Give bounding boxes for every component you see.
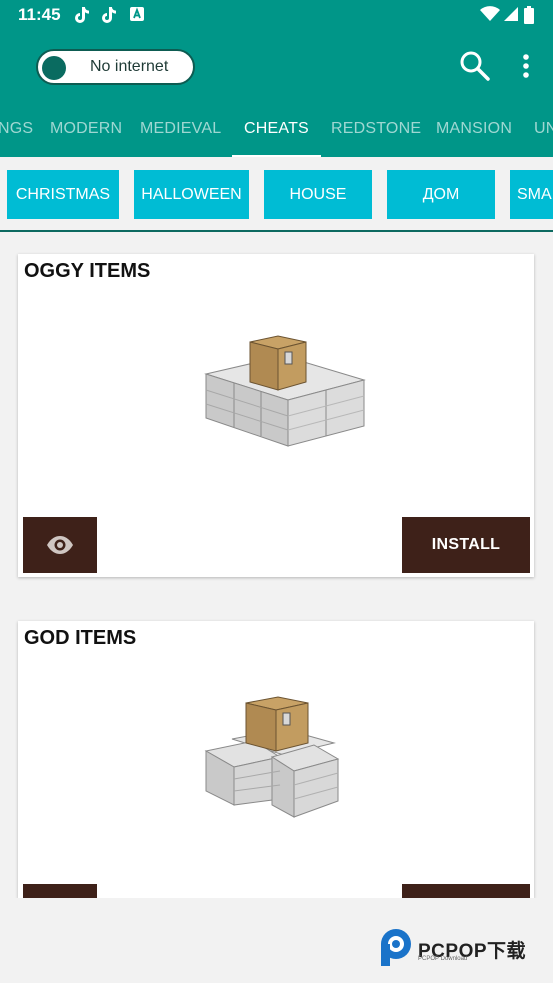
item-card: OGGY ITEMS INSTALL: [18, 254, 534, 577]
app-bar: No internet: [0, 30, 553, 106]
category-tabs: NGS MODERN MEDIEVAL CHEATS REDSTONE MANS…: [0, 106, 553, 157]
tab-cheats[interactable]: CHEATS: [244, 120, 309, 138]
tab-medieval[interactable]: MEDIEVAL: [140, 120, 221, 138]
watermark-logo: PCPOP下载 PCPOP Download: [376, 927, 546, 969]
status-time: 11:45: [18, 5, 61, 24]
tiktok-icon: [100, 6, 118, 24]
preview-button[interactable]: [23, 884, 97, 898]
chip-sma[interactable]: SMA: [510, 170, 553, 219]
tab-ngs[interactable]: NGS: [0, 120, 33, 138]
app-header: 11:45 No internet NGS MODERN MEDIEVAL CH…: [0, 0, 553, 157]
item-card: GOD ITEMS: [18, 621, 534, 898]
more-vert-icon[interactable]: [515, 51, 537, 81]
signal-icon: [502, 6, 520, 24]
tab-redstone[interactable]: REDSTONE: [331, 120, 421, 138]
eye-icon: [47, 536, 73, 554]
tab-mansion[interactable]: MANSION: [436, 120, 512, 138]
tiktok-icon: [73, 6, 91, 24]
item-preview-image: [194, 328, 374, 478]
card-title: GOD ITEMS: [24, 627, 137, 649]
card-title: OGGY ITEMS: [24, 260, 151, 282]
subcategory-chips: CHRISTMAS HALLOWEEN HOUSE ДОМ SMA: [0, 157, 553, 232]
chip-dom[interactable]: ДОМ: [387, 170, 495, 219]
toggle-label: No internet: [90, 58, 169, 75]
connection-toggle[interactable]: No internet: [36, 49, 195, 85]
divider: [0, 230, 553, 232]
wifi-icon: [479, 6, 501, 24]
preview-button[interactable]: [23, 517, 97, 573]
pcpop-logo-icon: [381, 929, 411, 966]
chip-house[interactable]: HOUSE: [264, 170, 372, 219]
a-box-icon: [128, 6, 146, 24]
item-preview-image: [194, 693, 374, 843]
search-icon[interactable]: [458, 49, 492, 83]
tab-modern[interactable]: MODERN: [50, 120, 122, 138]
chip-halloween[interactable]: HALLOWEEN: [134, 170, 249, 219]
chip-christmas[interactable]: CHRISTMAS: [7, 170, 119, 219]
battery-icon: [523, 6, 535, 24]
toggle-knob: [42, 56, 66, 80]
watermark-sub: PCPOP Download: [418, 956, 468, 962]
tab-un[interactable]: UN: [534, 120, 553, 138]
status-bar: 11:45: [0, 0, 553, 30]
install-button[interactable]: INSTALL: [402, 517, 530, 573]
install-button[interactable]: [402, 884, 530, 898]
